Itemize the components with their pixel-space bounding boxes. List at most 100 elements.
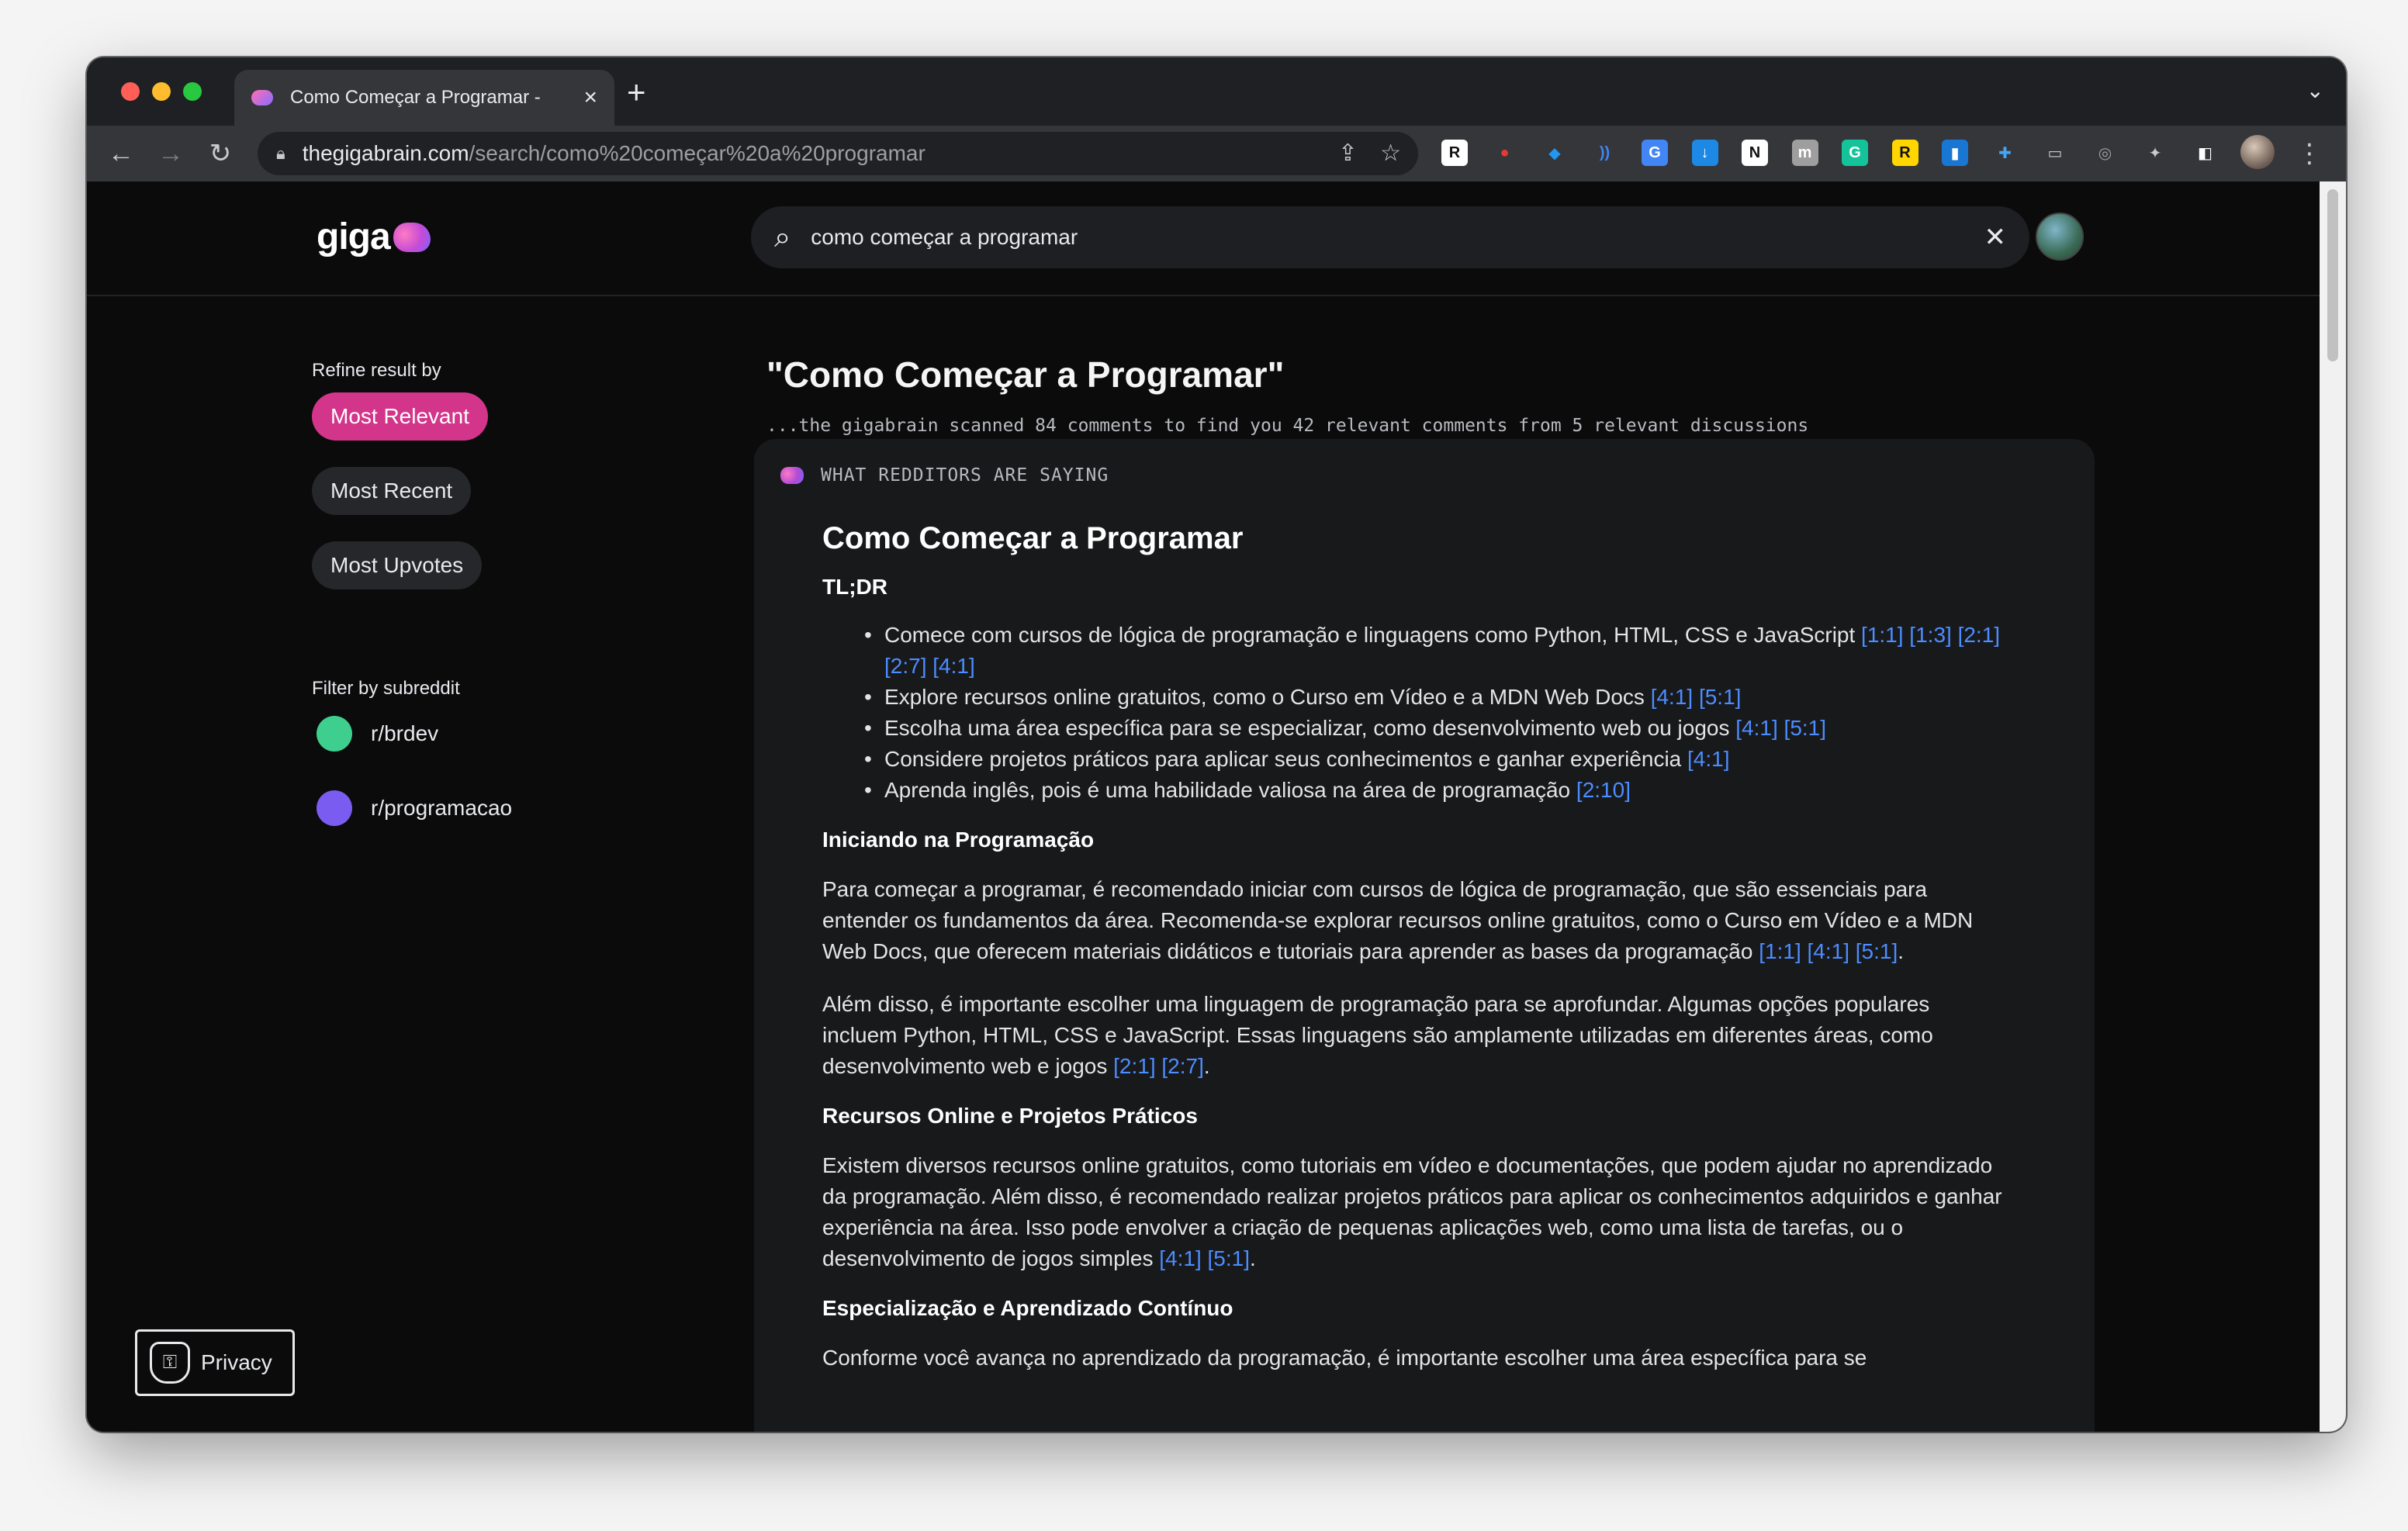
sidepanel-icon[interactable]: ◧ <box>2192 140 2219 166</box>
tldr-text: Aprenda inglês, pois é uma habilidade va… <box>884 778 1571 802</box>
paragraph-text: Conforme você avança no aprendizado da p… <box>822 1346 1867 1370</box>
tldr-text: Explore recursos online gratuitos, como … <box>884 685 1645 709</box>
citation-link[interactable]: [4:1] [5:1] <box>1159 1246 1250 1270</box>
paragraph-end: . <box>1898 939 1905 963</box>
citation-link[interactable]: [2:1] [2:7] <box>1113 1054 1204 1078</box>
profile-avatar-icon[interactable] <box>2240 135 2275 169</box>
privacy-label: Privacy <box>201 1350 272 1374</box>
url-domain: thegigabrain.com <box>302 141 469 165</box>
window-ext-icon[interactable]: ▭ <box>2042 140 2068 166</box>
tldr-text: Escolha uma área específica para se espe… <box>884 716 1730 740</box>
minimize-window-button[interactable] <box>152 82 171 101</box>
r-extension-icon[interactable]: R <box>1891 140 1918 166</box>
paragraph-text: Além disso, é importante escolher uma li… <box>822 992 1933 1078</box>
sort-most-relevant-button[interactable]: Most Relevant <box>312 392 488 441</box>
clear-search-icon[interactable]: ✕ <box>1984 222 2007 253</box>
search-icon: ⌕ <box>774 220 791 254</box>
list-item: Escolha uma área específica para se espe… <box>864 713 2009 744</box>
section-paragraph: Conforme você avança no aprendizado da p… <box>822 1343 2009 1374</box>
citation-link[interactable]: [4:1] <box>1687 747 1729 771</box>
refine-label: Refine result by <box>312 360 441 381</box>
bookmark-star-icon[interactable]: ☆ <box>1380 140 1401 167</box>
paragraph-end: . <box>1249 1246 1256 1270</box>
section-heading: Recursos Online e Projetos Práticos <box>822 1104 1198 1128</box>
filter-label: Filter by subreddit <box>312 678 460 699</box>
scrollbar-thumb[interactable] <box>2327 189 2338 361</box>
subreddit-dot-icon <box>317 790 352 826</box>
diamond-icon[interactable]: ◆ <box>1541 140 1568 166</box>
readwise-icon[interactable]: R <box>1441 140 1468 166</box>
page-content: giga ⌕ ✕ Refine result by Most Relevant … <box>87 181 2320 1432</box>
privacy-button[interactable]: ⚿ Privacy <box>135 1329 295 1396</box>
user-avatar[interactable] <box>2036 213 2084 261</box>
grammarly-icon[interactable]: G <box>1842 140 1868 166</box>
tab-strip: Como Começar a Programar - × + ⌄ <box>87 57 2346 126</box>
summary-card: WHAT REDDITORS ARE SAYING Como Começar a… <box>754 439 2095 1432</box>
settings-ext-icon[interactable]: ✚ <box>1992 140 2019 166</box>
search-input[interactable] <box>811 225 1984 250</box>
browser-window: Como Começar a Programar - × + ⌄ ← → ↻ 🔒… <box>87 57 2346 1432</box>
subreddit-name: r/brdev <box>371 721 439 745</box>
results-main: "Como Começar a Programar" ...the gigabr… <box>754 334 2095 1432</box>
app-header: giga ⌕ ✕ <box>87 181 2320 296</box>
list-item: Comece com cursos de lógica de programaç… <box>864 620 2009 682</box>
tab-active[interactable]: Como Começar a Programar - × <box>234 70 614 126</box>
tldr-text: Considere projetos práticos para aplicar… <box>884 747 1682 771</box>
tldr-text: Comece com cursos de lógica de programaç… <box>884 623 1856 647</box>
kicker-text: WHAT REDDITORS ARE SAYING <box>821 465 1109 486</box>
download-icon[interactable]: ↓ <box>1691 140 1718 166</box>
list-item: Aprenda inglês, pois é uma habilidade va… <box>864 775 2009 806</box>
back-arrow-icon[interactable]: ← <box>102 135 140 172</box>
subreddit-name: r/programacao <box>371 796 513 820</box>
citation-link[interactable]: [1:1] [4:1] [5:1] <box>1759 939 1898 963</box>
paragraph-text: Existem diversos recursos online gratuit… <box>822 1153 2002 1270</box>
maximize-window-button[interactable] <box>183 82 202 101</box>
subreddit-dot-icon <box>317 716 352 752</box>
chrome-menu-icon[interactable]: ⋮ <box>2296 138 2323 169</box>
brain-icon <box>393 222 431 252</box>
gigabrain-favicon-icon <box>251 90 273 105</box>
search-bar[interactable]: ⌕ ✕ <box>751 206 2029 268</box>
tab-search-chevron-icon[interactable]: ⌄ <box>2306 78 2324 103</box>
subreddit-filter-programacao[interactable]: r/programacao <box>312 785 622 831</box>
new-tab-button[interactable]: + <box>627 76 646 109</box>
subreddit-filter-brdev[interactable]: r/brdev <box>312 710 622 757</box>
reload-icon[interactable]: ↻ <box>202 135 239 172</box>
notion-icon[interactable]: N <box>1742 140 1768 166</box>
speech-icon[interactable]: )) <box>1592 140 1618 166</box>
sort-most-recent-button[interactable]: Most Recent <box>312 467 472 515</box>
section-paragraph: Existem diversos recursos online gratuit… <box>822 1150 2009 1274</box>
scan-summary: ...the gigabrain scanned 84 comments to … <box>766 416 1809 436</box>
close-tab-icon[interactable]: × <box>583 86 597 109</box>
page-scrollbar[interactable] <box>2320 181 2346 1432</box>
logo-text: giga <box>317 216 391 257</box>
bookmark-icon[interactable]: ▮ <box>1942 140 1968 166</box>
section-heading: Especialização e Aprendizado Contínuo <box>822 1296 1233 1320</box>
screenshot-icon[interactable]: ◎ <box>2092 140 2119 166</box>
tldr-heading: TL;DR <box>822 575 887 599</box>
page-title: "Como Começar a Programar" <box>766 354 1285 395</box>
translate-icon[interactable]: G <box>1642 140 1668 166</box>
card-title: Como Começar a Programar <box>822 521 1244 555</box>
sidebar: Refine result by Most Relevant Most Rece… <box>312 334 622 831</box>
card-kicker: WHAT REDDITORS ARE SAYING <box>780 465 1109 486</box>
citation-link[interactable]: [4:1] [5:1] <box>1735 716 1826 740</box>
forward-arrow-icon[interactable]: → <box>152 135 189 172</box>
list-item: Explore recursos online gratuitos, como … <box>864 682 2009 713</box>
close-window-button[interactable] <box>121 82 140 101</box>
mastodon-icon[interactable]: m <box>1791 140 1818 166</box>
brain-icon <box>780 467 804 484</box>
giga-logo[interactable]: giga <box>317 216 431 258</box>
puzzle-icon[interactable]: ✦ <box>2142 140 2168 166</box>
url-text[interactable]: thegigabrain.com/search/como%20começar%2… <box>303 141 925 166</box>
shield-keyhole-icon: ⚿ <box>150 1342 190 1384</box>
sort-most-upvotes-button[interactable]: Most Upvotes <box>312 541 483 589</box>
share-icon[interactable]: ⇪ <box>1338 140 1358 167</box>
paragraph-end: . <box>1203 1054 1210 1078</box>
citation-link[interactable]: [2:10] <box>1576 778 1631 802</box>
pokeball-icon[interactable]: ● <box>1492 140 1518 166</box>
list-item: Considere projetos práticos para aplicar… <box>864 744 2009 775</box>
address-bar[interactable]: 🔒︎ thegigabrain.com/search/como%20começa… <box>258 132 1418 175</box>
lock-icon[interactable]: 🔒︎ <box>276 143 285 164</box>
citation-link[interactable]: [4:1] [5:1] <box>1651 685 1742 709</box>
